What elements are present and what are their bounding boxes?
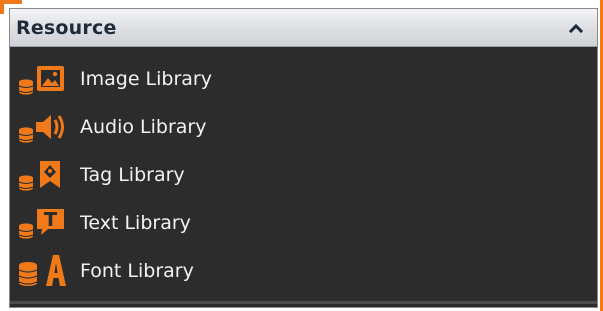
library-item-label: Audio Library	[80, 116, 207, 138]
resource-panel: Resource Image Library Audio Library Tag…	[9, 8, 598, 308]
library-item-label: Font Library	[80, 260, 194, 282]
font-library-icon	[16, 251, 72, 291]
panel-title: Resource	[16, 16, 117, 39]
library-item-font[interactable]: Font Library	[10, 247, 597, 295]
library-item-label: Text Library	[80, 212, 191, 234]
library-list: Image Library Audio Library Tag Library …	[10, 47, 597, 304]
resource-panel-header[interactable]: Resource	[10, 9, 597, 47]
text-library-icon	[16, 203, 72, 243]
chevron-up-icon	[569, 23, 583, 33]
library-item-image[interactable]: Image Library	[10, 55, 597, 103]
audio-library-icon	[16, 107, 72, 147]
collapse-button[interactable]	[565, 17, 587, 39]
library-item-tag[interactable]: Tag Library	[10, 151, 597, 199]
tag-library-icon	[16, 155, 72, 195]
library-item-audio[interactable]: Audio Library	[10, 103, 597, 151]
library-item-text[interactable]: Text Library	[10, 199, 597, 247]
accent-corner-left	[0, 0, 4, 14]
library-item-label: Tag Library	[80, 164, 185, 186]
library-item-label: Image Library	[80, 68, 212, 90]
image-library-icon	[16, 59, 72, 99]
